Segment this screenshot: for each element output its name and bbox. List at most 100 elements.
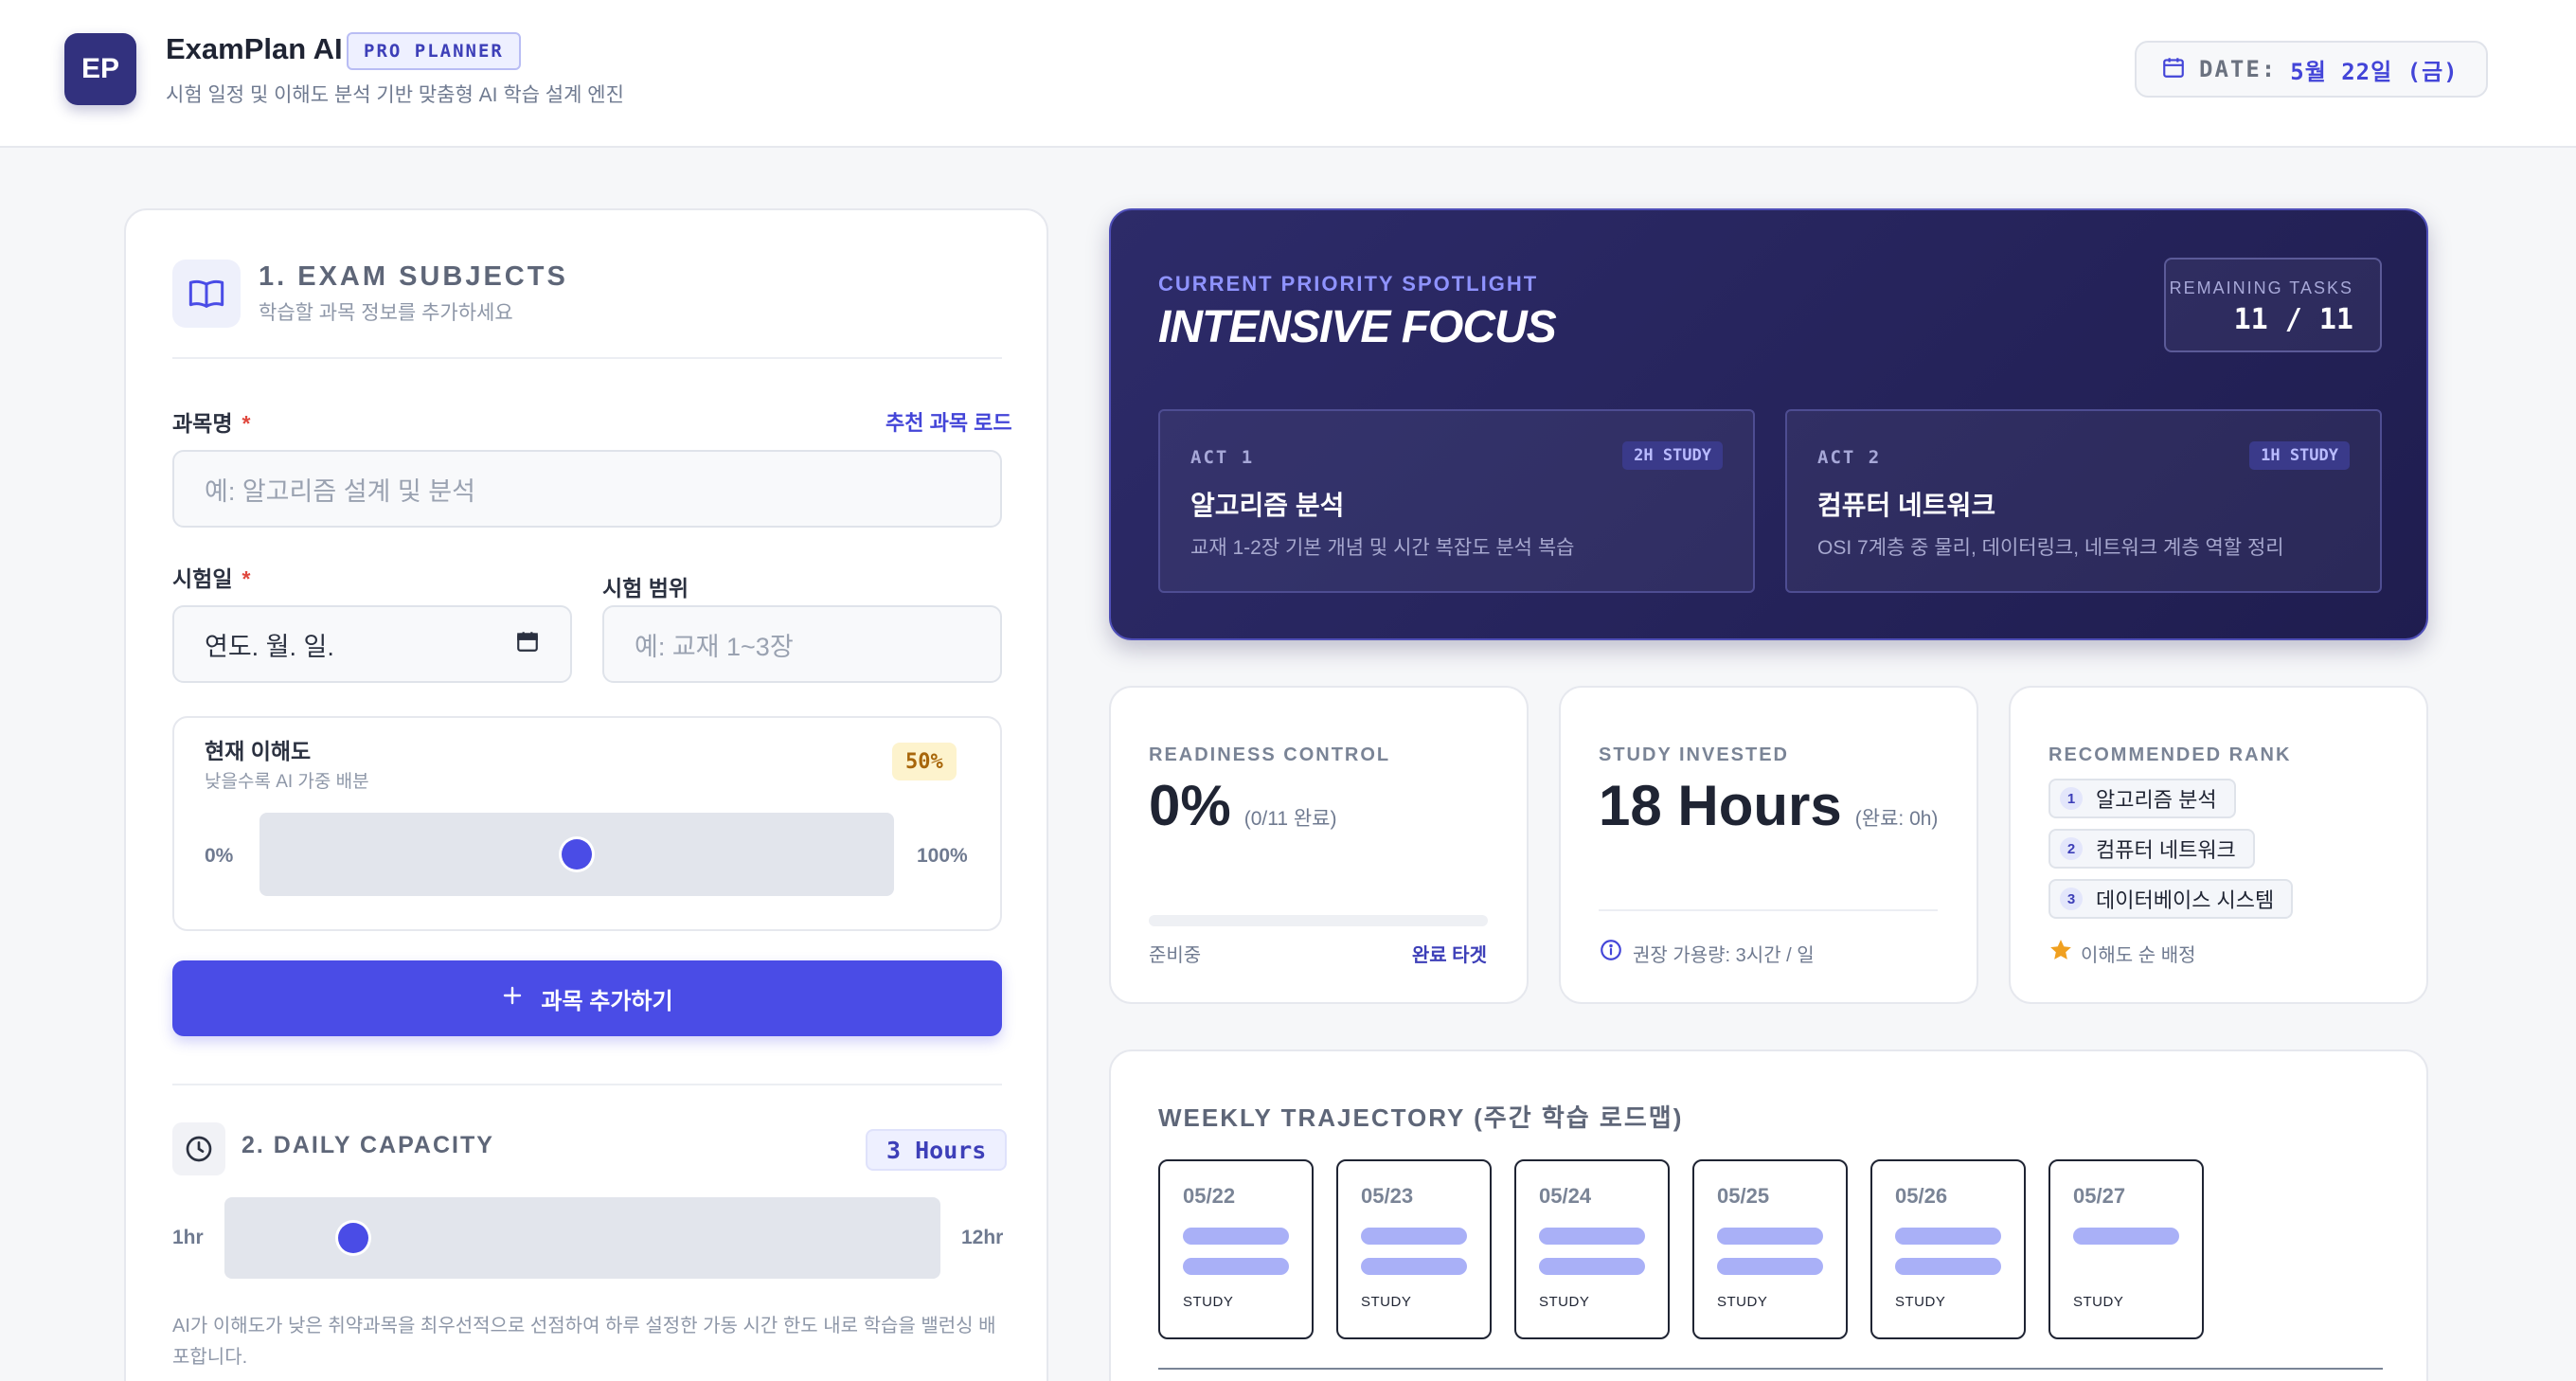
readiness-label: READINESS CONTROL	[1149, 744, 1391, 765]
understanding-slider[interactable]	[259, 813, 894, 896]
day-date: 05/22	[1183, 1184, 1236, 1208]
section-subtitle-subjects: 학습할 과목 정보를 추가하세요	[259, 302, 513, 324]
rank-subject: 알고리즘 분석	[2096, 788, 2217, 812]
capacity-slider[interactable]	[224, 1197, 940, 1279]
study-block	[1183, 1258, 1289, 1275]
add-subject-label: 과목 추가하기	[541, 988, 673, 1014]
day-card[interactable]: 05/24 STUDY	[1514, 1159, 1670, 1339]
add-subject-button[interactable]: 과목 추가하기	[172, 960, 1002, 1036]
calendar-picker-icon[interactable]	[515, 629, 540, 660]
day-date: 05/24	[1539, 1184, 1592, 1208]
understanding-label: 현재 이해도	[205, 739, 312, 763]
remaining-tasks-box: REMAINING TASKS 11 / 11	[2164, 258, 2382, 352]
divider	[172, 357, 1002, 359]
capacity-hours-badge: 3 Hours	[866, 1129, 1008, 1171]
readiness-foot-right: 완료 타겟	[1411, 945, 1487, 966]
act-description: OSI 7계층 중 물리, 데이터링크, 네트워크 계층 역할 정리	[1817, 537, 2284, 559]
required-mark: *	[242, 566, 251, 591]
readiness-foot-left: 준비중	[1149, 945, 1202, 966]
study-block	[1361, 1258, 1467, 1275]
study-block	[2073, 1228, 2179, 1245]
book-icon	[172, 260, 241, 328]
day-tag: STUDY	[1895, 1294, 1946, 1310]
rank-item[interactable]: 1 알고리즘 분석	[2048, 779, 2236, 818]
day-tag: STUDY	[1717, 1294, 1768, 1310]
subjects-panel: 1. EXAM SUBJECTS 학습할 과목 정보를 추가하세요 과목명 * 추…	[124, 208, 1048, 1381]
info-icon	[1599, 938, 1623, 968]
capacity-note: AI가 이해도가 낮은 취약과목을 최우선적으로 선점하여 하루 설정한 가동 …	[172, 1316, 996, 1368]
day-tag: STUDY	[1361, 1294, 1412, 1310]
plus-icon	[501, 984, 524, 1013]
star-icon	[2048, 938, 2073, 968]
capacity-slider-thumb[interactable]	[338, 1223, 368, 1253]
readiness-detail: (0/11 완료)	[1243, 808, 1337, 830]
divider	[1599, 909, 1938, 911]
app-logo: EP	[64, 33, 136, 105]
capacity-max-label: 12hr	[961, 1227, 1004, 1248]
study-block	[1895, 1258, 2001, 1275]
act-title: 알고리즘 분석	[1190, 491, 1345, 520]
rank-foot: 이해도 순 배정	[2048, 938, 2196, 968]
section-title-subjects: 1. EXAM SUBJECTS	[259, 261, 568, 292]
priority-spotlight: CURRENT PRIORITY SPOTLIGHT INTENSIVE FOC…	[1109, 208, 2428, 640]
understanding-hint: 낮을수록 AI 가중 배분	[205, 772, 369, 792]
day-tag: STUDY	[1183, 1294, 1234, 1310]
act-card[interactable]: ACT 2 1H STUDY 컴퓨터 네트워크 OSI 7계층 중 물리, 데이…	[1785, 409, 2382, 593]
readiness-card: READINESS CONTROL 0% (0/11 완료) 준비중 완료 타겟	[1109, 686, 1529, 1004]
study-invested-detail: (완료: 0h)	[1854, 808, 1939, 830]
day-card[interactable]: 05/22 STUDY	[1158, 1159, 1314, 1339]
study-invested-value: 18 Hours	[1599, 774, 1842, 837]
study-invested-label: STUDY INVESTED	[1599, 744, 1789, 765]
day-card[interactable]: 05/26 STUDY	[1870, 1159, 2026, 1339]
day-date: 05/23	[1361, 1184, 1414, 1208]
rank-item[interactable]: 2 컴퓨터 네트워크	[2048, 829, 2255, 869]
act-card[interactable]: ACT 1 2H STUDY 알고리즘 분석 교재 1-2장 기본 개념 및 시…	[1158, 409, 1755, 593]
exam-date-value: 연도. 월. 일.	[205, 632, 334, 661]
day-card[interactable]: 05/23 STUDY	[1336, 1159, 1492, 1339]
date-label: DATE:	[2199, 56, 2278, 82]
section-title-capacity: 2. DAILY CAPACITY	[242, 1132, 494, 1158]
study-block	[1361, 1228, 1467, 1245]
app-title: ExamPlan AI	[166, 32, 343, 65]
capacity-min-label: 1hr	[172, 1227, 204, 1248]
understanding-slider-box: 현재 이해도 낮을수록 AI 가중 배분 50% 0% 100%	[172, 716, 1002, 931]
study-invested-foot: 권장 가용량: 3시간 / 일	[1599, 938, 1815, 968]
rank-subject: 데이터베이스 시스템	[2096, 888, 2275, 912]
app-subtitle: 시험 일정 및 이해도 분석 기반 맞춤형 AI 학습 설계 엔진	[166, 84, 624, 106]
rank-subject: 컴퓨터 네트워크	[2096, 838, 2236, 862]
understanding-max-label: 100%	[917, 845, 968, 867]
day-date: 05/26	[1895, 1184, 1948, 1208]
load-recommended-link[interactable]: 추천 과목 로드	[886, 406, 1012, 437]
understanding-slider-thumb[interactable]	[562, 839, 592, 870]
clock-icon	[172, 1122, 225, 1175]
study-duration-badge: 2H STUDY	[1622, 441, 1723, 470]
exam-range-input[interactable]: 예: 교재 1~3장	[602, 605, 1002, 683]
pro-planner-badge: PRO PLANNER	[347, 32, 521, 70]
act-description: 교재 1-2장 기본 개념 및 시간 복잡도 분석 복습	[1190, 537, 1575, 559]
study-invested-value-row: 18 Hours (완료: 0h)	[1599, 773, 1938, 838]
rank-number: 1	[2060, 787, 2083, 810]
app-header: EP ExamPlan AI PRO PLANNER 시험 일정 및 이해도 분…	[0, 0, 2576, 148]
study-invested-card: STUDY INVESTED 18 Hours (완료: 0h) 권장 가용량:…	[1559, 686, 1978, 1004]
divider	[172, 1084, 1002, 1085]
study-duration-badge: 1H STUDY	[2249, 441, 2350, 470]
subject-name-input[interactable]: 예: 알고리즘 설계 및 분석	[172, 450, 1002, 528]
weekly-title: WEEKLY TRAJECTORY (주간 학습 로드맵)	[1158, 1103, 1684, 1132]
rank-item[interactable]: 3 데이터베이스 시스템	[2048, 879, 2294, 919]
date-display: DATE: 5월 22일 (금)	[2135, 41, 2488, 98]
exam-date-input[interactable]: 연도. 월. 일.	[172, 605, 572, 683]
day-date: 05/25	[1717, 1184, 1770, 1208]
spotlight-eyebrow: CURRENT PRIORITY SPOTLIGHT	[1158, 272, 1539, 296]
study-block	[1895, 1228, 2001, 1245]
day-card[interactable]: 05/25 STUDY	[1692, 1159, 1848, 1339]
spotlight-title: INTENSIVE FOCUS	[1158, 302, 1557, 352]
calendar-icon	[2161, 55, 2186, 84]
rank-number: 3	[2060, 888, 2083, 910]
study-block	[1539, 1228, 1645, 1245]
readiness-value: 0%	[1149, 774, 1231, 837]
remaining-tasks-value: 11 / 11	[2233, 303, 2353, 336]
readiness-value-row: 0% (0/11 완료)	[1149, 773, 1337, 838]
exam-range-label: 시험 범위	[602, 576, 689, 601]
act-title: 컴퓨터 네트워크	[1817, 491, 1996, 520]
day-card[interactable]: 05/27 STUDY	[2048, 1159, 2204, 1339]
